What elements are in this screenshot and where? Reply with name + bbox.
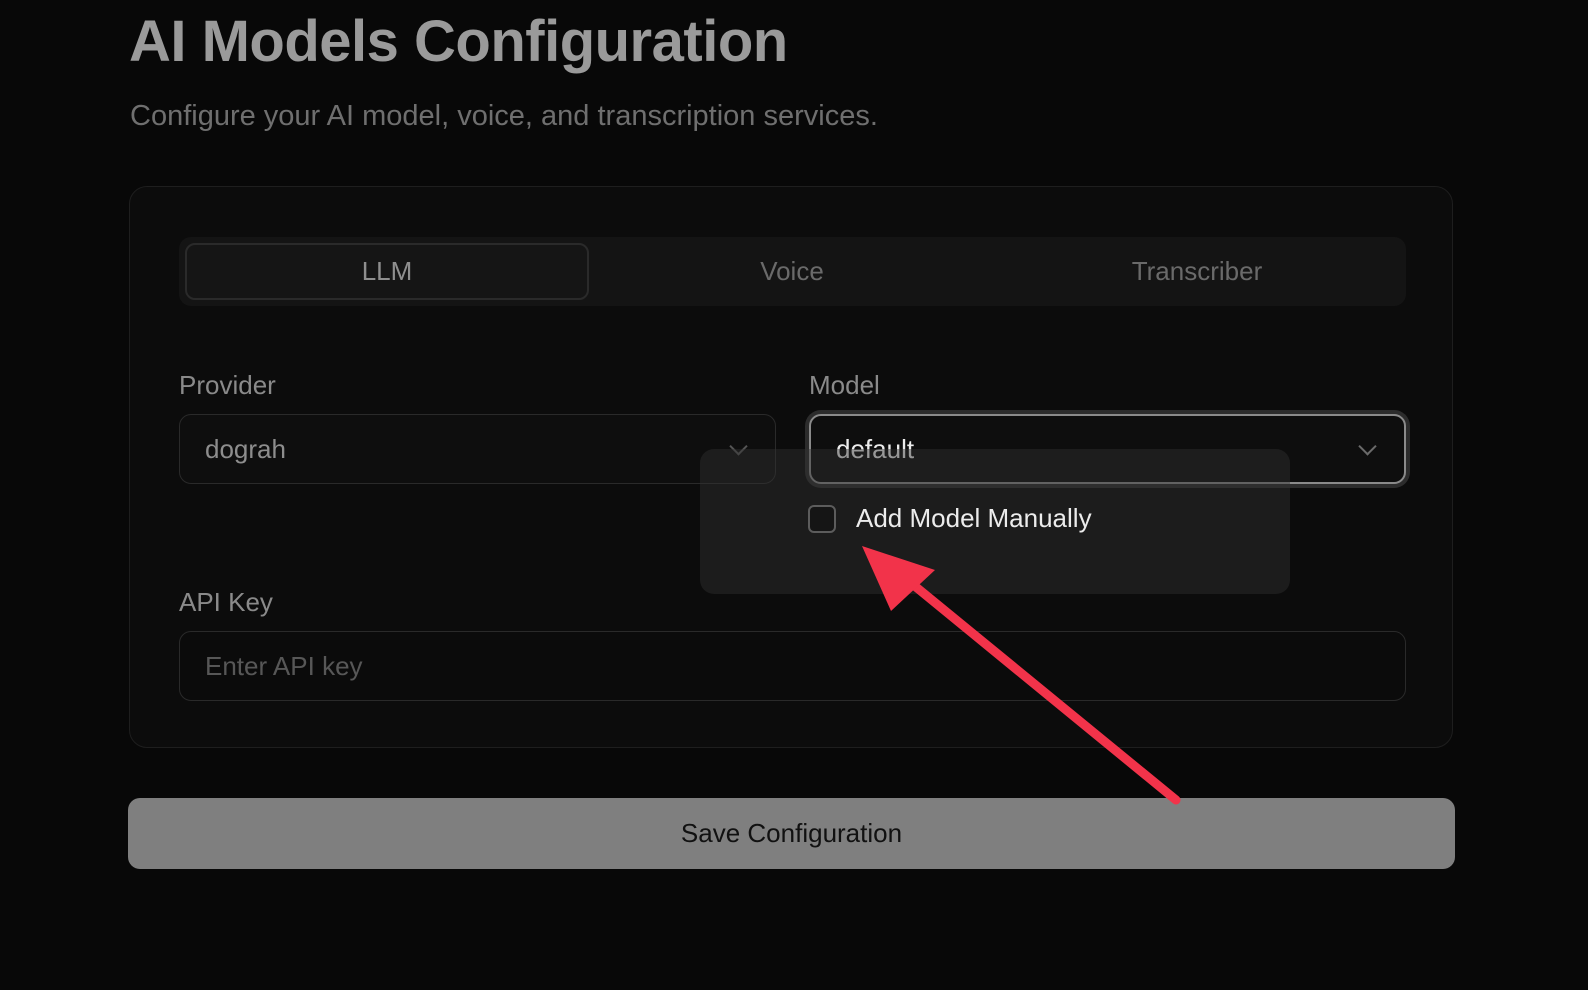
model-label: Model	[809, 370, 880, 400]
tab-voice[interactable]: Voice	[590, 243, 994, 300]
configuration-card: LLM Voice Transcriber Provider dograh Mo…	[129, 186, 1453, 748]
chevron-down-icon	[729, 437, 748, 456]
provider-select[interactable]: dograh	[179, 414, 776, 484]
provider-value: dograh	[205, 433, 286, 464]
api-key-input[interactable]	[179, 631, 1406, 701]
add-model-manually-label: Add Model Manually	[856, 503, 1092, 533]
model-value: default	[836, 433, 915, 464]
api-key-label: API Key	[179, 587, 273, 617]
page-subtitle: Configure your AI model, voice, and tran…	[130, 100, 878, 132]
save-configuration-button[interactable]: Save Configuration	[128, 798, 1455, 869]
page: AI Models Configuration Configure your A…	[0, 0, 1588, 990]
tab-llm[interactable]: LLM	[185, 243, 589, 300]
chevron-down-icon	[1358, 437, 1377, 456]
model-select[interactable]: default	[809, 414, 1406, 484]
tab-transcriber[interactable]: Transcriber	[995, 243, 1399, 300]
page-title: AI Models Configuration	[129, 9, 788, 74]
tab-list: LLM Voice Transcriber	[179, 237, 1406, 306]
add-model-manually-checkbox[interactable]	[808, 504, 836, 533]
provider-label: Provider	[179, 370, 276, 400]
add-model-manually-row[interactable]: Add Model Manually	[808, 503, 1092, 534]
